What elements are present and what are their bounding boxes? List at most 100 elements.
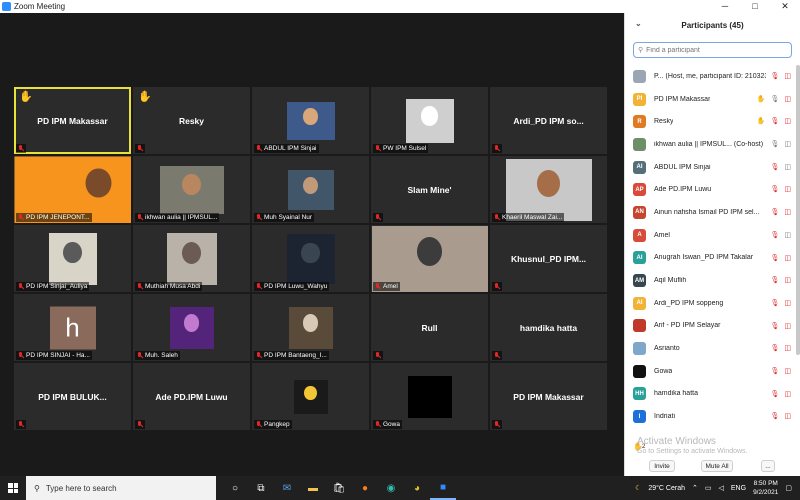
video-tile[interactable]: PD IPM BULUK... [14, 363, 131, 430]
participant-row[interactable]: PI PD IPM Makassar ✋ 🎙 ◫ [625, 88, 797, 111]
language-indicator[interactable]: ENG [731, 485, 746, 492]
participant-row[interactable]: AI Anugrah Iswan_PD IPM Takalar 🎙 ◫ [625, 247, 797, 270]
store-icon[interactable]: 🛍 [326, 476, 352, 500]
video-tile[interactable]: Pangkep [252, 363, 369, 430]
participant-row[interactable]: AP Ade PD.IPM Luwu 🎙 ◫ [625, 178, 797, 201]
cortana-icon[interactable]: ○ [222, 476, 248, 500]
avatar: HH [633, 387, 646, 401]
task-view-icon[interactable]: ⧉ [248, 476, 274, 500]
mic-muted-icon: 🎙 [770, 118, 780, 126]
tile-name-label: Pangkep [254, 420, 292, 429]
firefox-icon[interactable]: ● [352, 476, 378, 500]
participant-row[interactable]: Arif - PD IPM Selayar 🎙 ◫ [625, 315, 797, 338]
participant-video [407, 375, 452, 418]
network-icon[interactable]: ▭ [705, 484, 712, 492]
tile-name-label [492, 282, 502, 291]
close-button[interactable]: ✕ [770, 0, 800, 13]
participant-face [416, 237, 443, 267]
weather-text[interactable]: 29°C Cerah [648, 485, 685, 492]
tile-name-label [16, 420, 26, 429]
participant-status-icons: 🎙 ◫ [770, 254, 791, 262]
participant-row[interactable]: Asrianto 🎙 ◫ [625, 337, 797, 360]
video-tile[interactable]: Muh. Saleh [133, 294, 250, 361]
tile-name-label: Muthiah Musa Abdi [135, 282, 203, 291]
avatar: PI [633, 92, 646, 106]
collapse-chevron-icon[interactable]: ⌄ [635, 19, 642, 28]
minimize-button[interactable]: ─ [710, 0, 740, 13]
video-tile[interactable]: Khaeril Maswal Zai... [490, 156, 607, 223]
video-tile[interactable]: Rull [371, 294, 488, 361]
zoom-taskbar-icon[interactable]: ■ [430, 476, 456, 500]
video-tile[interactable]: PD IPM Bantaeng_I... [252, 294, 369, 361]
video-tile[interactable]: hamdika hatta [490, 294, 607, 361]
video-tile[interactable]: h PD IPM SINJAI - Ha... [14, 294, 131, 361]
chrome-icon[interactable]: ◕ [404, 476, 430, 500]
video-tile[interactable]: Muthiah Musa Abdi [133, 225, 250, 292]
file-explorer-icon[interactable]: ▬ [300, 476, 326, 500]
video-tile[interactable]: PD IPM Sinjai_Auliya [14, 225, 131, 292]
participant-scrollbar[interactable] [796, 65, 800, 355]
mic-muted-icon: 🎙 [770, 390, 780, 398]
invite-button[interactable]: Invite [649, 460, 675, 472]
mic-muted-icon [494, 421, 500, 428]
tile-display-name: Khusnul_PD IPM... [510, 253, 587, 264]
participant-row[interactable]: A Amel 🎙 ◫ [625, 224, 797, 247]
start-button[interactable] [0, 476, 26, 500]
participant-face [85, 168, 112, 198]
notification-icon[interactable]: ▢ [785, 484, 792, 492]
video-tile[interactable]: ✋ Resky [133, 87, 250, 154]
camera-off-icon: ◫ [784, 118, 791, 126]
participant-video [287, 169, 334, 210]
participant-row[interactable]: AN Ainun nafisha Ismail PD IPM sel... 🎙 ◫ [625, 201, 797, 224]
participant-name: Amel [654, 231, 670, 239]
video-tile[interactable]: ✋ PD IPM Makassar [14, 87, 131, 154]
mic-muted-icon: 🎙 [770, 209, 780, 217]
participant-row[interactable]: AI ABDUL IPM Sinjai 🎙 ◫ [625, 156, 797, 179]
taskbar-search[interactable]: ⚲ Type here to search [26, 476, 216, 500]
video-tile[interactable]: ABDUL IPM Sinjai [252, 87, 369, 154]
more-button[interactable]: ... [761, 460, 775, 472]
mic-muted-icon [375, 352, 381, 359]
video-tile[interactable]: PD IPM JENEPONT... [14, 156, 131, 223]
participant-row[interactable]: R Resky ✋ 🎙 ◫ [625, 110, 797, 133]
video-tile[interactable]: Amel [371, 225, 488, 292]
clock[interactable]: 8:50 PM 9/2/2021 [753, 479, 778, 497]
participant-search[interactable]: ⚲ [633, 42, 792, 58]
participant-face [536, 169, 561, 197]
volume-icon[interactable]: ◁ [719, 484, 724, 492]
video-tile[interactable]: Gowa [371, 363, 488, 430]
tile-name-label: ABDUL IPM Sinjai [254, 144, 319, 153]
edge-icon[interactable]: ◉ [378, 476, 404, 500]
camera-off-icon: ◫ [784, 186, 791, 194]
maximize-button[interactable]: □ [740, 0, 770, 13]
mute-all-button[interactable]: Mute All [701, 460, 733, 472]
window-title: Zoom Meeting [14, 2, 66, 11]
tray-chevron-icon[interactable]: ⌃ [692, 484, 698, 492]
mail-icon[interactable]: ✉ [274, 476, 300, 500]
mic-muted-icon [18, 283, 24, 290]
video-tile[interactable]: Khusnul_PD IPM... [490, 225, 607, 292]
participant-row[interactable]: Gowa 🎙 ◫ [625, 360, 797, 383]
search-input[interactable] [646, 46, 787, 54]
video-tile[interactable]: Slam Mine' [371, 156, 488, 223]
avatar [633, 319, 646, 333]
participant-face [302, 176, 319, 195]
participant-row[interactable]: HH hamdika hatta 🎙 ◫ [625, 383, 797, 406]
video-tile[interactable]: PD IPM Makassar [490, 363, 607, 430]
video-tile[interactable]: ikhwan aulia || IPMSUL... [133, 156, 250, 223]
video-tile[interactable]: Ade PD.IPM Luwu [133, 363, 250, 430]
participant-status-icons: 🎙 ◫ [770, 231, 791, 239]
video-tile[interactable]: PD IPM Luwu_Wahyu [252, 225, 369, 292]
participant-row[interactable]: AI Ardi_PD IPM soppeng 🎙 ◫ [625, 292, 797, 315]
participant-row[interactable]: I Indriati 🎙 ◫ [625, 405, 797, 428]
video-tile[interactable]: PW IPM Sulsel [371, 87, 488, 154]
video-tile[interactable]: Ardi_PD IPM so... [490, 87, 607, 154]
participant-row[interactable]: P... (Host, me, participant ID: 210323) 🎙… [625, 65, 797, 88]
microphone-icon: 🎙 [770, 141, 780, 149]
participant-video [505, 158, 592, 221]
tile-display-name: Resky [178, 115, 205, 126]
video-tile[interactable]: Muh Syainal Nur [252, 156, 369, 223]
participant-row[interactable]: AM Aqil Muflih 🎙 ◫ [625, 269, 797, 292]
participant-row[interactable]: ikhwan aulia || IPMSUL... (Co-host) 🎙 ◫ [625, 133, 797, 156]
participant-status-icons: 🎙 ◫ [770, 276, 791, 284]
